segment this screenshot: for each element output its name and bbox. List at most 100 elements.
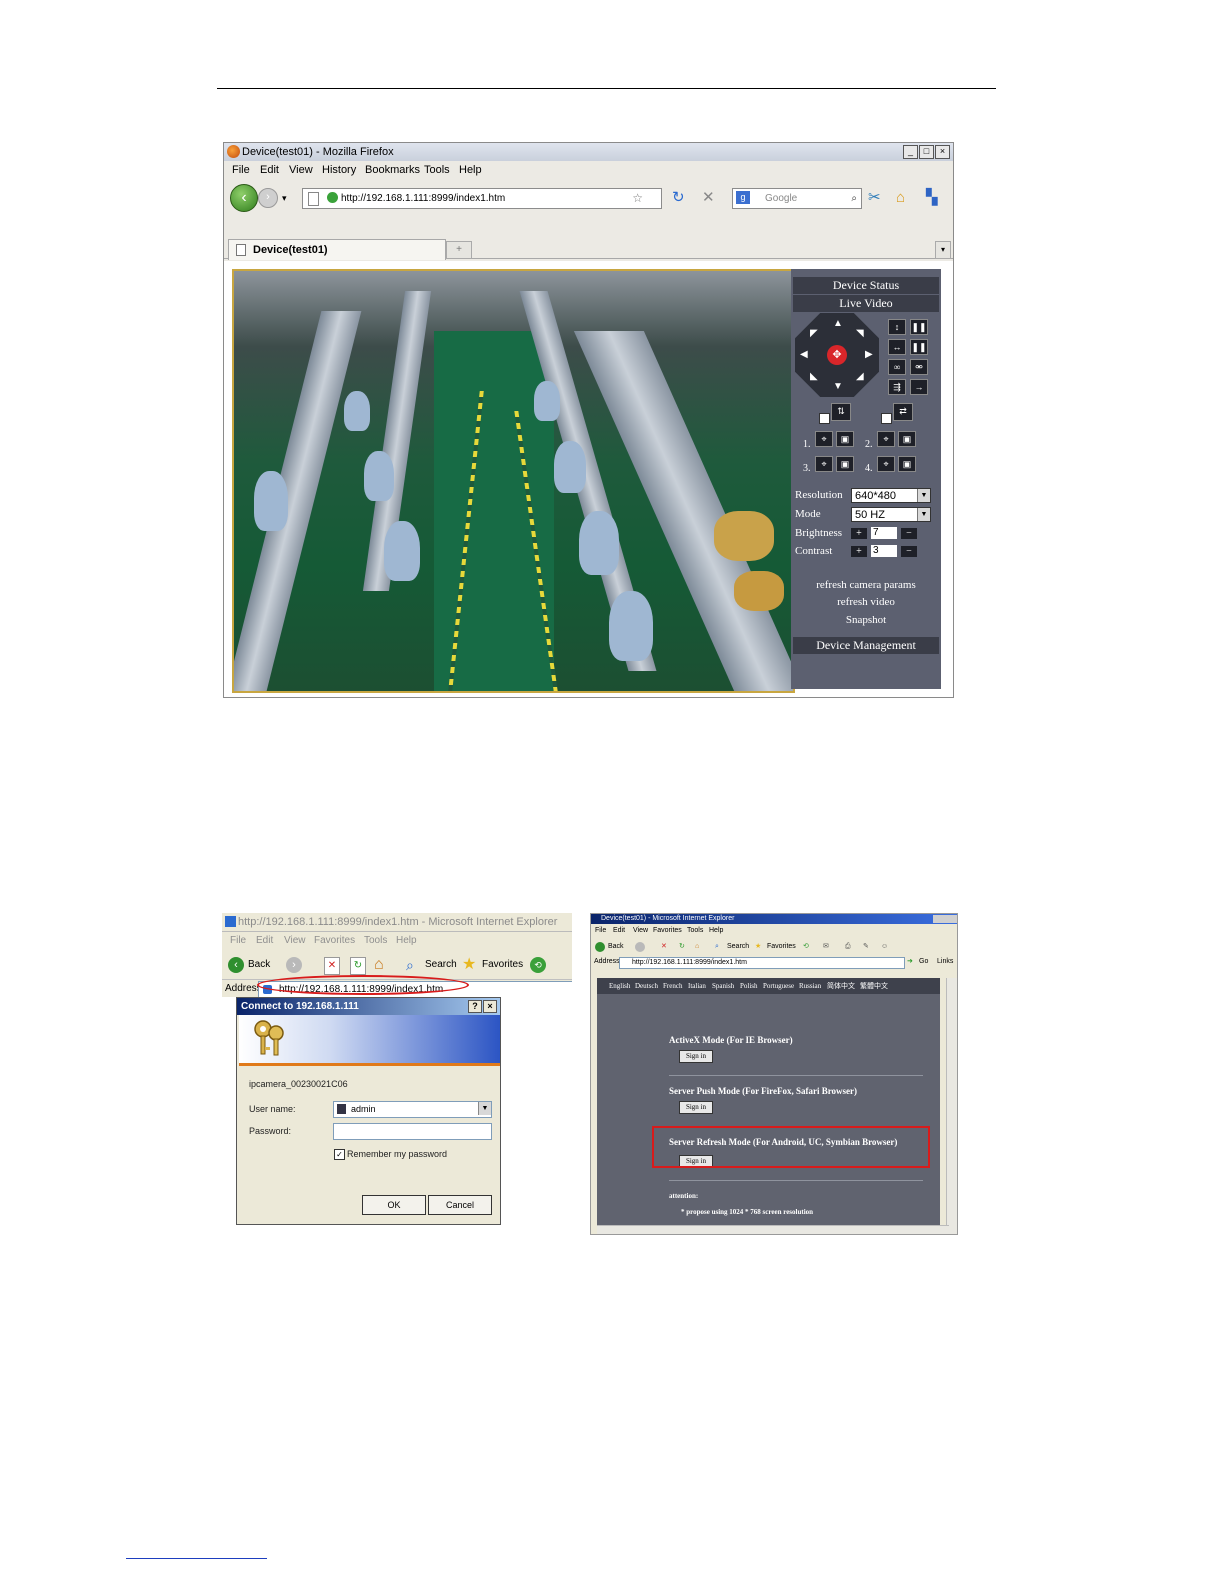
username-field[interactable]: admin ▼	[333, 1101, 492, 1118]
go-label[interactable]: Go	[919, 956, 928, 968]
mirror-checkbox[interactable]	[881, 413, 892, 424]
vertical-patrol-icon[interactable]: ↕	[888, 319, 906, 335]
site-identity-icon[interactable]	[327, 192, 338, 203]
horizontal-patrol-icon[interactable]: ↔	[888, 339, 906, 355]
new-tab-button[interactable]: +	[446, 241, 472, 259]
ir-on-icon[interactable]: ⇶	[888, 379, 906, 395]
address-input[interactable]: http://192.168.1.111:8999/index1.htm	[619, 957, 905, 969]
remember-password-checkbox[interactable]: ✓	[334, 1149, 345, 1160]
menu-favorites[interactable]: Favorites	[653, 925, 682, 937]
activex-signin-button[interactable]: Sign in	[679, 1050, 713, 1063]
search-icon[interactable]: ⌕	[715, 939, 719, 955]
home-icon[interactable]: ⌂	[896, 189, 905, 207]
flip-checkbox[interactable]	[819, 413, 830, 424]
favorites-star-icon[interactable]: ★	[462, 953, 476, 977]
menu-help[interactable]: Help	[396, 932, 417, 950]
menu-tools[interactable]: Tools	[364, 932, 387, 950]
links-label[interactable]: Links	[937, 956, 953, 968]
lang-french[interactable]: French	[663, 978, 682, 994]
minimize-icon[interactable]: _	[903, 145, 918, 159]
live-video-header[interactable]: Live Video	[793, 295, 939, 312]
back-arrow-icon[interactable]	[595, 942, 605, 952]
lang-polish[interactable]: Polish	[740, 978, 758, 994]
chevron-down-icon[interactable]: ▼	[917, 489, 930, 502]
menu-tools[interactable]: Tools	[424, 161, 450, 179]
lang-traditional-chinese[interactable]: 繁體中文	[860, 978, 888, 994]
lang-spanish[interactable]: Spanish	[712, 978, 734, 994]
ptz-down-right-icon[interactable]: ◢	[856, 371, 864, 382]
menu-file[interactable]: File	[595, 925, 606, 937]
menu-file[interactable]: File	[232, 161, 250, 179]
history-dropdown-icon[interactable]: ▾	[282, 189, 287, 207]
back-arrow-icon[interactable]: ‹	[228, 957, 244, 973]
menu-history[interactable]: History	[322, 161, 356, 179]
menu-view[interactable]: View	[284, 932, 306, 950]
menu-edit[interactable]: Edit	[613, 925, 625, 937]
chevron-down-icon[interactable]: ▼	[917, 508, 930, 521]
device-status-header[interactable]: Device Status	[793, 277, 939, 294]
menu-view[interactable]: View	[633, 925, 648, 937]
stop-icon[interactable]: ✕	[324, 957, 340, 975]
history-icon[interactable]: ⟲	[530, 957, 546, 973]
ok-button[interactable]: OK	[362, 1195, 426, 1215]
search-magnifier-icon[interactable]: ⌕	[851, 189, 857, 208]
ptz-up-left-icon[interactable]: ◤	[810, 328, 818, 339]
refresh-video-link[interactable]: refresh video	[791, 596, 941, 608]
home-icon[interactable]: ⌂	[695, 939, 699, 955]
search-label[interactable]: Search	[425, 951, 457, 979]
forward-arrow-icon[interactable]: ›	[258, 188, 278, 208]
window-controls[interactable]	[933, 915, 957, 923]
stop-icon[interactable]: ✕	[702, 189, 715, 207]
print-icon[interactable]: ⎙	[845, 939, 851, 955]
password-field[interactable]	[333, 1123, 492, 1140]
preset-4-call-icon[interactable]: ⌖	[877, 456, 895, 472]
menu-help[interactable]: Help	[459, 161, 482, 179]
ptz-center-icon[interactable]: ✥	[827, 345, 847, 365]
favorites-label[interactable]: Favorites	[767, 939, 796, 955]
preset-2-save-icon[interactable]: ▣	[898, 431, 916, 447]
horizontal-scrollbar[interactable]	[597, 1225, 949, 1234]
favorites-label[interactable]: Favorites	[482, 951, 523, 979]
ptz-right-icon[interactable]: ▶	[865, 349, 873, 360]
menu-edit[interactable]: Edit	[260, 161, 279, 179]
bookmark-star-icon[interactable]: ☆	[632, 189, 643, 208]
mail-icon[interactable]: ✉	[823, 939, 829, 955]
mode-select[interactable]: 50 HZ ▼	[851, 507, 931, 522]
go-arrow-icon[interactable]: ➜	[907, 956, 913, 968]
preset-4-save-icon[interactable]: ▣	[898, 456, 916, 472]
search-icon[interactable]: ⌕	[406, 953, 414, 977]
ptz-control[interactable]: ▲ ▼ ◀ ▶ ◤ ◥ ◣ ◢ ✥	[795, 313, 879, 397]
ir-off-icon[interactable]: →	[910, 379, 928, 395]
google-icon[interactable]: g	[736, 191, 750, 204]
back-arrow-icon[interactable]: ‹	[230, 184, 258, 212]
lang-portuguese[interactable]: Portuguese	[763, 978, 794, 994]
io-off-icon[interactable]: ⚮	[910, 359, 928, 375]
tab-list-icon[interactable]: ▾	[935, 241, 951, 259]
edit-icon[interactable]: ✎	[863, 939, 869, 955]
ptz-up-right-icon[interactable]: ◥	[856, 328, 864, 339]
home-icon[interactable]: ⌂	[374, 955, 384, 975]
menu-file[interactable]: File	[230, 932, 246, 950]
vertical-scrollbar[interactable]	[946, 978, 957, 1234]
brightness-minus-button[interactable]: −	[901, 528, 917, 539]
back-label[interactable]: Back	[608, 939, 624, 955]
history-icon[interactable]: ⟲	[803, 939, 809, 955]
menu-view[interactable]: View	[289, 161, 313, 179]
contrast-minus-button[interactable]: −	[901, 546, 917, 557]
back-label[interactable]: Back	[248, 951, 270, 979]
refresh-icon[interactable]: ↻	[679, 939, 685, 955]
server-push-signin-button[interactable]: Sign in	[679, 1101, 713, 1114]
preset-1-save-icon[interactable]: ▣	[836, 431, 854, 447]
cancel-button[interactable]: Cancel	[428, 1195, 492, 1215]
snapshot-link[interactable]: Snapshot	[791, 614, 941, 626]
menu-edit[interactable]: Edit	[256, 932, 273, 950]
stop-vertical-icon[interactable]: ❚❚	[910, 319, 928, 335]
chevron-down-icon[interactable]: ▼	[478, 1102, 491, 1115]
menu-tools[interactable]: Tools	[687, 925, 703, 937]
url-bar[interactable]: http://192.168.1.111:8999/index1.htm ☆	[302, 188, 662, 209]
forward-arrow-icon[interactable]	[635, 942, 645, 952]
tab-device[interactable]: Device(test01)	[228, 239, 446, 260]
close-icon[interactable]: ×	[935, 145, 950, 159]
ptz-up-icon[interactable]: ▲	[833, 318, 843, 329]
preset-2-call-icon[interactable]: ⌖	[877, 431, 895, 447]
